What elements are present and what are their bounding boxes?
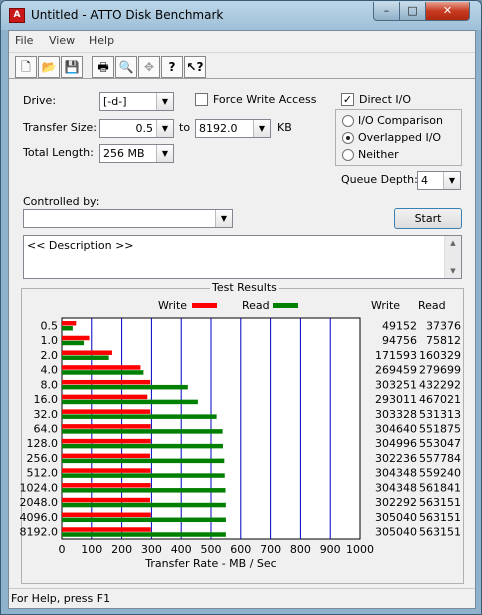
read-value: 563151 — [419, 511, 461, 524]
y-tick-label: 4.0 — [41, 364, 59, 377]
write-bar — [62, 321, 77, 326]
x-tick-label: 500 — [201, 543, 222, 556]
title-bar[interactable]: A Untitled - ATTO Disk Benchmark – □ ✕ — [1, 1, 481, 30]
y-tick-label: 64.0 — [34, 423, 59, 436]
write-value: 171593 — [375, 349, 417, 362]
y-tick-label: 2.0 — [41, 349, 59, 362]
read-value: 551875 — [419, 423, 461, 436]
y-tick-label: 256.0 — [27, 452, 59, 465]
y-tick-label: 128.0 — [27, 437, 59, 450]
write-bar — [62, 527, 151, 532]
read-bar — [62, 517, 226, 523]
write-bar — [62, 438, 151, 444]
read-value: 553047 — [419, 437, 461, 450]
write-value: 302236 — [375, 452, 417, 465]
read-value: 557784 — [419, 452, 461, 465]
read-value: 559240 — [419, 467, 461, 480]
write-bar — [62, 483, 151, 488]
y-tick-label: 512.0 — [27, 467, 59, 480]
x-tick-label: 600 — [230, 543, 251, 556]
write-bar — [62, 394, 148, 400]
x-tick-label: 300 — [141, 543, 162, 556]
read-bar — [62, 443, 223, 449]
y-tick-label: 1.0 — [41, 334, 59, 347]
write-value: 305040 — [375, 511, 417, 524]
write-value: 94756 — [382, 334, 417, 347]
write-bar — [62, 350, 112, 355]
read-value: 37376 — [426, 319, 461, 332]
write-value: 302292 — [375, 496, 417, 509]
app-window: A Untitled - ATTO Disk Benchmark – □ ✕ F… — [0, 0, 482, 615]
write-bar — [62, 365, 141, 370]
write-bar — [62, 335, 90, 341]
x-tick-label: 0 — [59, 543, 66, 556]
read-bar — [62, 429, 223, 434]
read-value: 279699 — [419, 364, 461, 377]
y-tick-label: 8.0 — [41, 378, 59, 391]
write-bar — [62, 424, 151, 429]
status-bar: For Help, press F1 — [9, 588, 475, 608]
write-value: 269459 — [375, 364, 417, 377]
maximize-button[interactable]: □ — [399, 2, 426, 21]
write-bar — [62, 512, 151, 518]
write-bar — [62, 379, 151, 385]
read-bar — [62, 414, 217, 419]
read-value: 563151 — [419, 526, 461, 539]
y-tick-label: 32.0 — [34, 408, 59, 421]
read-value: 160329 — [419, 349, 461, 362]
atto-app-icon[interactable]: A — [9, 8, 25, 23]
read-bar — [62, 458, 225, 464]
x-tick-label: 100 — [81, 543, 102, 556]
read-value: 531313 — [419, 408, 461, 421]
read-bar — [62, 340, 85, 346]
read-bar — [62, 488, 226, 493]
write-value: 304348 — [375, 467, 417, 480]
status-text: For Help, press F1 — [11, 592, 111, 605]
write-bar — [62, 468, 151, 473]
window-title: Untitled - ATTO Disk Benchmark — [31, 8, 224, 22]
read-bar — [62, 355, 109, 360]
read-bar — [62, 399, 198, 405]
read-bar — [62, 370, 144, 375]
write-value: 303328 — [375, 408, 417, 421]
y-tick-label: 8192.0 — [20, 526, 59, 539]
read-value: 432292 — [419, 378, 461, 391]
write-value: 293011 — [375, 393, 417, 406]
write-value: 303251 — [375, 378, 417, 391]
x-tick-label: 200 — [111, 543, 132, 556]
read-bar — [62, 473, 225, 478]
read-value: 467021 — [419, 393, 461, 406]
write-bar — [62, 453, 150, 459]
write-value: 304348 — [375, 481, 417, 494]
y-tick-label: 16.0 — [34, 393, 59, 406]
y-tick-label: 0.5 — [41, 319, 59, 332]
read-bar — [62, 384, 188, 390]
x-tick-label: 700 — [260, 543, 281, 556]
read-bar — [62, 502, 226, 508]
write-bar — [62, 409, 151, 414]
read-value: 75812 — [426, 334, 461, 347]
y-tick-label: 4096.0 — [20, 511, 59, 524]
read-value: 561841 — [419, 481, 461, 494]
client-area: File View Help 🗋 📂 💾 🖶 🔍 ✥ ? ↖? Drive: [… — [8, 30, 476, 609]
x-tick-label: 1000 — [346, 543, 374, 556]
minimize-button[interactable]: – — [373, 2, 400, 21]
read-value: 563151 — [419, 496, 461, 509]
x-tick-label: 400 — [171, 543, 192, 556]
x-tick-label: 900 — [320, 543, 341, 556]
read-bar — [62, 532, 226, 537]
read-bar — [62, 326, 73, 331]
transfer-rate-chart: 0 100 200 300 400 500 600 700 800 900 1000 Transfer… — [20, 317, 461, 570]
write-bar — [62, 497, 150, 503]
x-axis-label: Transfer Rate - MB / Sec — [144, 557, 276, 570]
x-tick-label: 800 — [290, 543, 311, 556]
close-button[interactable]: ✕ — [425, 2, 470, 21]
y-tick-label: 2048.0 — [20, 496, 59, 509]
write-value: 305040 — [375, 526, 417, 539]
y-tick-label: 1024.0 — [20, 481, 59, 494]
write-value: 49152 — [382, 319, 417, 332]
write-value: 304640 — [375, 423, 417, 436]
write-value: 304996 — [375, 437, 417, 450]
